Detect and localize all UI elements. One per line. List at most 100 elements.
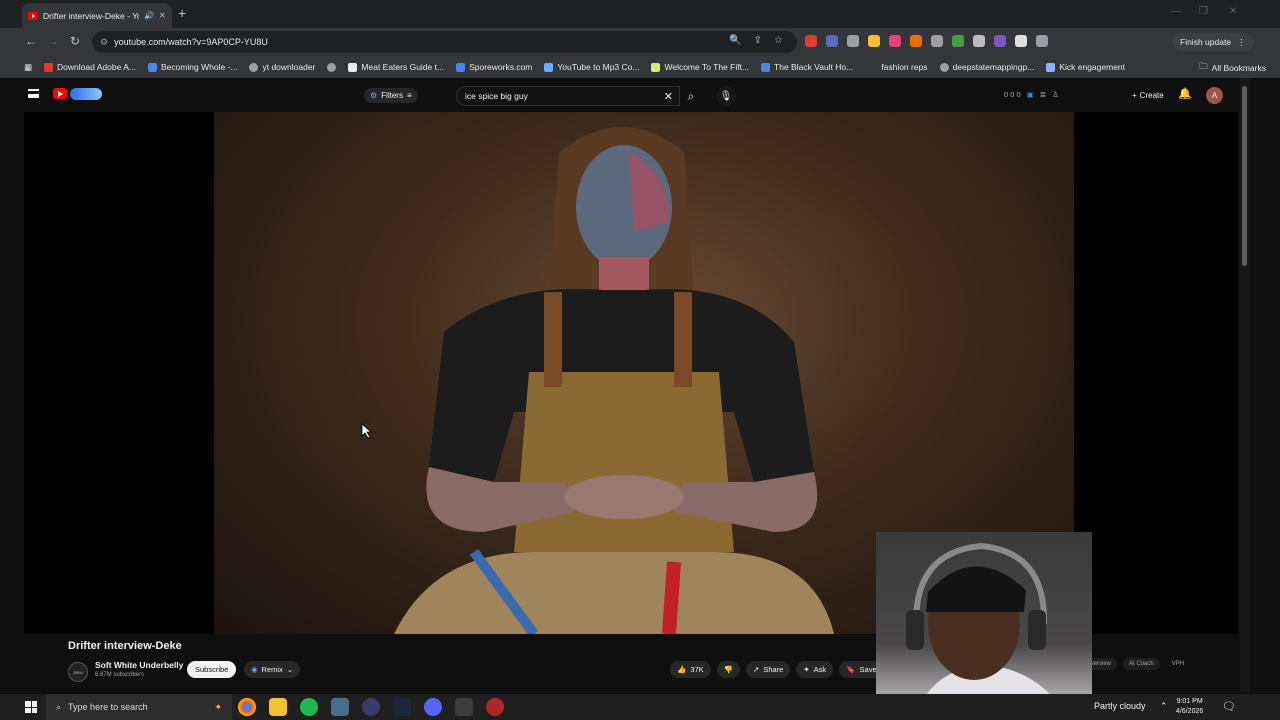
youtube-logo-icon[interactable] — [53, 88, 67, 99]
obs-icon[interactable] — [486, 698, 504, 716]
bookmark-favicon-icon — [651, 62, 661, 72]
all-bookmarks-button[interactable]: 🗀 All Bookmarks — [1199, 61, 1266, 75]
bookmark-label: Kick engagement — [1059, 62, 1126, 72]
window-close-icon[interactable]: ✕ — [1229, 6, 1237, 17]
file-explorer-icon[interactable] — [269, 698, 287, 716]
youtube-doodle-logo[interactable] — [70, 88, 102, 100]
extension-5-icon[interactable] — [889, 35, 901, 47]
url-text: youtube.com/watch?v=9AP0CP-YU8U — [114, 37, 268, 47]
search-button[interactable]: ⌕ — [681, 86, 701, 106]
browser-tab-active[interactable]: Drifter interview-Deke - Yo 🔊 ✕ — [22, 3, 172, 28]
bookmark-item[interactable]: Meat Eaters Guide t... — [348, 62, 444, 72]
globe-icon — [249, 62, 259, 72]
subscribe-button[interactable]: Subscribe — [187, 661, 237, 678]
extension-2-icon[interactable] — [826, 35, 838, 47]
weather-status[interactable]: Partly cloudy — [1094, 701, 1146, 711]
browser-tabstrip: Drifter interview-Deke - Yo 🔊 ✕ + — ❐ ✕ — [0, 0, 1280, 28]
page-scrollbar[interactable] — [1240, 78, 1250, 692]
bookmark-item[interactable]: yt downloader — [249, 62, 315, 72]
filters-label: Filters — [381, 91, 403, 100]
bookmark-item[interactable]: deepstatemappingp... — [939, 62, 1034, 72]
globe-icon — [939, 62, 949, 72]
address-bar[interactable]: ⚙ youtube.com/watch?v=9AP0CP-YU8U 🔍 ⇪ ☆ — [92, 31, 797, 53]
bookmark-item[interactable]: Sporeworks.com — [456, 62, 532, 72]
filters-button[interactable]: ⚙ Filters ≡ — [364, 88, 418, 103]
extension-7-icon[interactable] — [931, 35, 943, 47]
extension-8-icon[interactable] — [952, 35, 964, 47]
notification-center-icon[interactable]: 🗨 — [1222, 700, 1236, 713]
folder-icon: 🗀 — [1199, 61, 1208, 71]
bookmark-item[interactable]: Kick engagement — [1046, 62, 1125, 72]
tab-ai-coach[interactable]: AI Coach — [1123, 658, 1160, 670]
bookmark-item[interactable]: Becoming Whole -... — [147, 62, 237, 72]
subscribe-label: Subscribe — [195, 665, 229, 674]
discord-icon[interactable] — [424, 698, 442, 716]
bookmark-star-icon[interactable]: ☆ — [774, 35, 783, 46]
taskbar-search-input[interactable]: ⌕ Type here to search ✦ — [46, 694, 232, 720]
voice-search-button[interactable]: 🎙 — [716, 86, 736, 106]
list-icon[interactable]: ≣ — [1040, 90, 1046, 99]
bookmark-item[interactable]: Download Adobe A... — [44, 62, 136, 72]
reload-icon[interactable]: ↻ — [70, 34, 80, 48]
extension-6-icon[interactable] — [910, 35, 922, 47]
remix-icon: ◉ — [251, 665, 258, 674]
channel-name[interactable]: Soft White Underbelly — [95, 660, 183, 670]
document-icon[interactable] — [455, 698, 473, 716]
menu-icon[interactable] — [28, 89, 39, 98]
media-player-icon[interactable] — [362, 698, 380, 716]
microphone-icon: 🎙 — [719, 90, 733, 102]
forward-icon[interactable]: → — [47, 34, 59, 48]
remix-label: Remix — [261, 665, 283, 674]
extension-10-icon[interactable] — [994, 35, 1006, 47]
speaker-icon[interactable]: 🔊 — [144, 11, 154, 20]
tray-chevron-icon[interactable]: ⌃ — [1160, 701, 1168, 712]
restore-icon[interactable]: ❐ — [1199, 6, 1208, 17]
counter-text: 0 0 0 — [1004, 90, 1021, 99]
taskbar-search-placeholder: Type here to search — [68, 702, 148, 712]
stats-icon[interactable]: ▣ — [1027, 90, 1034, 99]
extension-9-icon[interactable] — [973, 35, 985, 47]
scrollbar-thumb[interactable] — [1242, 86, 1247, 266]
remix-button[interactable]: ◉ Remix ⌄ — [244, 661, 301, 678]
extension-icons — [805, 35, 1048, 47]
install-icon[interactable]: ⇪ — [754, 35, 762, 46]
spotify-icon[interactable] — [300, 698, 318, 716]
clear-search-icon[interactable]: ✕ — [664, 90, 673, 103]
search-input[interactable]: ice spice big guy ✕ — [456, 86, 680, 106]
minimize-icon[interactable]: — — [1171, 6, 1181, 17]
share-button[interactable]: ↗ Share — [746, 661, 791, 678]
bookmark-item[interactable]: fashion reps — [881, 62, 927, 72]
new-tab-icon[interactable]: + — [178, 5, 186, 21]
zoom-icon[interactable]: 🔍 — [729, 35, 741, 46]
account-avatar[interactable]: A — [1206, 87, 1223, 104]
channel-avatar[interactable]: SWU — [68, 662, 88, 682]
bookmark-item[interactable]: YouTube to Mp3 Co... — [544, 62, 639, 72]
dislike-button[interactable]: 👎 — [716, 661, 741, 678]
chrome-icon[interactable] — [238, 698, 256, 716]
site-info-icon[interactable]: ⚙ — [100, 37, 108, 48]
steam-icon[interactable] — [393, 698, 411, 716]
back-icon[interactable]: ← — [25, 34, 37, 48]
bookmark-label: Sporeworks.com — [469, 62, 533, 72]
bookmark-item[interactable]: Welcome To The Fift... — [651, 62, 749, 72]
extension-3-icon[interactable] — [847, 35, 859, 47]
create-button[interactable]: + Create — [1124, 87, 1172, 104]
extension-11-icon[interactable] — [1015, 35, 1027, 47]
app-icon[interactable] — [331, 698, 349, 716]
apps-grid-icon[interactable]: ▦ — [24, 62, 32, 73]
badge-icon[interactable]: ♙ — [1052, 90, 1059, 99]
extension-1-icon[interactable] — [805, 35, 817, 47]
extensions-puzzle-icon[interactable] — [1036, 35, 1048, 47]
like-count: 37K — [690, 665, 704, 674]
extension-4-icon[interactable] — [868, 35, 880, 47]
ask-button[interactable]: ✦ Ask — [796, 661, 834, 678]
bookmark-item[interactable] — [327, 62, 337, 72]
tab-close-icon[interactable]: ✕ — [159, 11, 166, 20]
bookmark-item[interactable]: The Black Vault Ho... — [761, 62, 853, 72]
finish-update-button[interactable]: Finish update ⋮ — [1172, 33, 1254, 51]
like-button[interactable]: 👍 37K — [670, 661, 711, 678]
notifications-bell-icon[interactable]: 🔔 — [1178, 87, 1192, 100]
tab-title: Drifter interview-Deke - Yo — [43, 10, 139, 21]
taskbar-clock[interactable]: 9:01 PM 4/6/2026 — [1176, 697, 1203, 717]
windows-start-icon[interactable] — [25, 701, 37, 713]
